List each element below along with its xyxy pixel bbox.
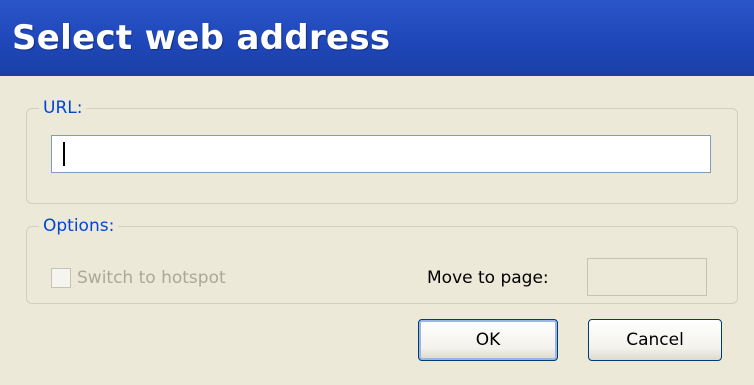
switch-to-hotspot-checkbox[interactable]: Switch to hotspot: [51, 268, 226, 288]
url-group: URL:: [26, 98, 738, 204]
options-group: Options: Switch to hotspot Move to page:: [26, 216, 738, 304]
cancel-button[interactable]: Cancel: [588, 319, 722, 361]
ok-button[interactable]: OK: [418, 319, 558, 361]
url-legend: URL:: [43, 98, 83, 118]
checkbox-box[interactable]: [51, 268, 71, 288]
dialog-body: URL: Options: Switch to hotspot Move to …: [0, 76, 754, 385]
options-legend: Options:: [43, 216, 115, 236]
move-to-page-input[interactable]: [587, 258, 707, 296]
move-to-page-label: Move to page:: [427, 268, 549, 288]
url-input[interactable]: [51, 135, 711, 173]
text-caret: [63, 142, 65, 166]
dialog-title: Select web address: [12, 18, 391, 58]
title-bar[interactable]: Select web address: [0, 0, 754, 76]
switch-to-hotspot-label: Switch to hotspot: [77, 268, 226, 288]
